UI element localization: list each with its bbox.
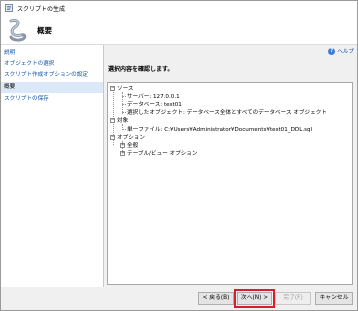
tree-node-database[interactable]: データベース: test01 (127, 101, 182, 109)
help-icon: ? (328, 47, 336, 55)
sidebar-item-save-scripts[interactable]: スクリプトの保存 (1, 94, 103, 105)
summary-tree[interactable]: − ソース サーバー: 127.0.0.1 データベース: test01 選択した… (107, 82, 353, 285)
collapse-toggle-icon[interactable]: − (110, 86, 115, 91)
tree-node-source[interactable]: − ソース (110, 85, 134, 93)
confirm-instruction: 選択内容を確認します。 (108, 66, 174, 73)
back-button[interactable]: < 戻る(B) (198, 292, 234, 305)
tree-node-single-file[interactable]: 単一ファイル: C:¥Users¥Administrator¥Documents… (127, 126, 312, 134)
tree-node-target[interactable]: − 対象 (110, 117, 128, 125)
sidebar-item-choose-objects[interactable]: オブジェクトの選択 (1, 59, 103, 70)
tree-line (122, 129, 126, 130)
tree-node-options[interactable]: − オプション (110, 134, 145, 142)
wizard-footer: < 戻る(B) 次へ(N) > 完了(F) キャンセル (1, 287, 357, 310)
tree-line (122, 96, 126, 97)
cancel-button[interactable]: キャンセル (315, 292, 353, 305)
sidebar-item-summary[interactable]: 概要 (1, 82, 103, 93)
main-panel: ? ヘルプ 選択内容を確認します。 − ソース サーバー: 127.0.0.1 デ… (104, 45, 357, 287)
window-title: スクリプトの生成 (17, 6, 66, 13)
scroll-script-icon (9, 19, 27, 42)
tree-node-general[interactable]: + 全般 (120, 142, 138, 150)
tree-line (122, 104, 126, 105)
script-wizard-icon (5, 4, 13, 12)
tree-node-selected-objects[interactable]: 選択したオブジェクト: データベース全体とすべてのデータベース オブジェクト (127, 109, 327, 117)
collapse-toggle-icon[interactable]: − (110, 135, 115, 140)
tree-node-server[interactable]: サーバー: 127.0.0.1 (127, 93, 180, 101)
collapse-toggle-icon[interactable]: − (110, 118, 115, 123)
help-link[interactable]: ? ヘルプ (328, 47, 354, 55)
wizard-window: スクリプトの生成 概要 説明 オブジェクトの選択 スクリプト作成オプションの設定… (0, 0, 358, 311)
expand-toggle-icon[interactable]: + (120, 151, 125, 156)
help-label: ヘルプ (337, 49, 354, 55)
sidebar-item-description[interactable]: 説明 (1, 48, 103, 59)
title-bar: スクリプトの生成 (1, 1, 357, 15)
tree-line (122, 112, 126, 113)
next-button[interactable]: 次へ(N) > (234, 289, 275, 308)
sidebar-item-scripting-options[interactable]: スクリプト作成オプションの設定 (1, 70, 103, 81)
page-heading: 概要 (37, 26, 52, 35)
tree-node-table-view-options[interactable]: + テーブル/ビュー オプション (120, 150, 197, 158)
expand-toggle-icon[interactable]: + (120, 143, 125, 148)
wizard-sidebar: 説明 オブジェクトの選択 スクリプト作成オプションの設定 概要 スクリプトの保存 (1, 45, 104, 287)
finish-button[interactable]: 完了(F) (275, 292, 311, 305)
wizard-header: 概要 (1, 15, 357, 45)
